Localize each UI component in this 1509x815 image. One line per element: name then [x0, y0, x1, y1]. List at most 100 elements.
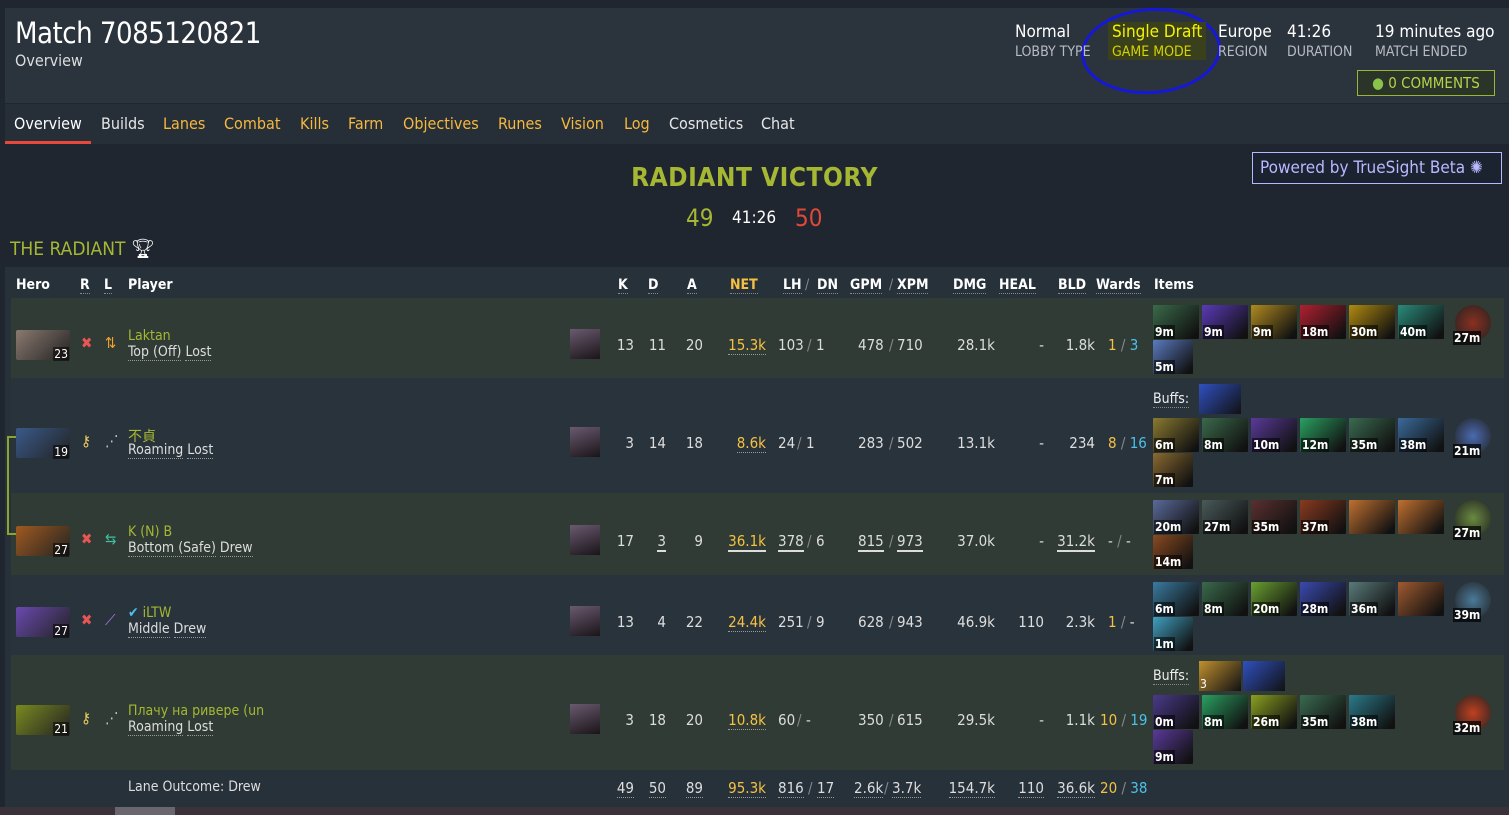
- backpack-item[interactable]: 1m: [1153, 617, 1193, 651]
- item-slot[interactable]: 9m: [1153, 305, 1199, 339]
- item-slot[interactable]: 28m: [1300, 582, 1346, 616]
- comments-button[interactable]: ● 0 COMMENTS: [1357, 70, 1495, 96]
- column-header-a[interactable]: A: [687, 277, 697, 294]
- tab-lanes[interactable]: Lanes: [163, 114, 205, 133]
- player-name[interactable]: Плачу на ривере (un: [128, 703, 264, 719]
- item-slot[interactable]: 35m: [1300, 695, 1346, 729]
- player-name-text[interactable]: Плачу на ривере (un: [128, 703, 264, 719]
- player-name[interactable]: ✔ iLTW: [128, 605, 171, 621]
- tab-objectives[interactable]: Objectives: [403, 114, 479, 133]
- lane-name[interactable]: Roaming: [128, 442, 184, 459]
- rank-avatar[interactable]: [570, 606, 600, 636]
- buff-icon[interactable]: 3: [1199, 661, 1241, 691]
- column-header-l[interactable]: L: [104, 277, 113, 294]
- hero-portrait[interactable]: 19: [16, 428, 70, 459]
- neutral-item[interactable]: 39m: [1453, 582, 1491, 622]
- player-name-text[interactable]: iLTW: [143, 605, 172, 621]
- item-slot[interactable]: 38m: [1398, 418, 1444, 452]
- column-header-gpm[interactable]: GPM: [850, 277, 883, 294]
- buff-icon[interactable]: [1199, 384, 1241, 414]
- column-header-net[interactable]: NET: [730, 277, 758, 294]
- item-slot[interactable]: 0m: [1153, 695, 1199, 729]
- scrollbar-thumb[interactable]: [115, 807, 175, 815]
- column-header-hero[interactable]: Hero: [16, 277, 50, 293]
- item-slot[interactable]: 36m: [1349, 582, 1395, 616]
- tab-cosmetics[interactable]: Cosmetics: [669, 114, 743, 133]
- backpack-item[interactable]: 5m: [1153, 340, 1193, 374]
- backpack-item[interactable]: 9m: [1153, 730, 1193, 764]
- item-slot[interactable]: 40m: [1398, 305, 1444, 339]
- column-header-lh[interactable]: LH: [783, 277, 802, 294]
- item-slot[interactable]: [1398, 582, 1444, 616]
- item-slot[interactable]: 8m: [1202, 418, 1248, 452]
- lane-outcome[interactable]: Lost: [187, 719, 214, 736]
- column-header-heal[interactable]: HEAL: [999, 277, 1036, 294]
- column-header-r[interactable]: R: [80, 277, 90, 294]
- column-header-k[interactable]: K: [618, 277, 628, 294]
- tab-farm[interactable]: Farm: [348, 114, 383, 133]
- lane-outcome[interactable]: Lost: [187, 442, 214, 459]
- tab-kills[interactable]: Kills: [300, 114, 329, 133]
- lane-name[interactable]: Bottom (Safe): [128, 540, 216, 557]
- player-name[interactable]: K (N) B: [128, 524, 172, 540]
- item-slot[interactable]: [1349, 500, 1395, 534]
- tab-vision[interactable]: Vision: [561, 114, 604, 133]
- lane-outcome[interactable]: Drew: [219, 540, 253, 557]
- hero-portrait[interactable]: 21: [16, 705, 70, 736]
- item-slot[interactable]: 27m: [1202, 500, 1248, 534]
- item-slot[interactable]: 12m: [1300, 418, 1346, 452]
- lane-outcome[interactable]: Drew: [173, 621, 207, 638]
- item-slot[interactable]: 20m: [1153, 500, 1199, 534]
- tab-builds[interactable]: Builds: [101, 114, 145, 133]
- tab-log[interactable]: Log: [624, 114, 650, 133]
- tab-runes[interactable]: Runes: [498, 114, 542, 133]
- rank-avatar[interactable]: [570, 427, 600, 457]
- tab-combat[interactable]: Combat: [224, 114, 280, 133]
- backpack-item[interactable]: 14m: [1153, 535, 1193, 569]
- buffs-label[interactable]: Buffs:: [1153, 391, 1190, 408]
- item-slot[interactable]: 30m: [1349, 305, 1395, 339]
- neutral-item[interactable]: 32m: [1453, 695, 1491, 735]
- lane-name[interactable]: Roaming: [128, 719, 184, 736]
- lane-name[interactable]: Top (Off): [128, 344, 182, 361]
- rank-avatar[interactable]: [570, 525, 600, 555]
- player-name[interactable]: Laktan: [128, 328, 171, 344]
- hero-portrait[interactable]: 27: [16, 607, 70, 638]
- neutral-item[interactable]: 27m: [1453, 500, 1491, 540]
- column-header-player[interactable]: Player: [128, 277, 173, 293]
- item-slot[interactable]: 35m: [1251, 500, 1297, 534]
- item-slot[interactable]: 20m: [1251, 582, 1297, 616]
- column-header-xpm[interactable]: XPM: [897, 277, 929, 294]
- neutral-item[interactable]: 27m: [1453, 305, 1491, 345]
- column-header-dmg[interactable]: DMG: [953, 277, 987, 294]
- item-slot[interactable]: 37m: [1300, 500, 1346, 534]
- hero-portrait[interactable]: 23: [16, 330, 70, 361]
- item-slot[interactable]: 8m: [1202, 695, 1248, 729]
- item-slot[interactable]: 9m: [1202, 305, 1248, 339]
- item-slot[interactable]: 6m: [1153, 418, 1199, 452]
- column-header-dn[interactable]: DN: [817, 277, 838, 294]
- player-name-text[interactable]: Laktan: [128, 328, 171, 344]
- item-slot[interactable]: 9m: [1251, 305, 1297, 339]
- rank-avatar[interactable]: [570, 704, 600, 734]
- buff-icon[interactable]: [1243, 661, 1285, 691]
- item-slot[interactable]: 10m: [1251, 418, 1297, 452]
- tab-chat[interactable]: Chat: [761, 114, 795, 133]
- item-slot[interactable]: 18m: [1300, 305, 1346, 339]
- column-header-d[interactable]: D: [648, 277, 659, 294]
- player-name-text[interactable]: K (N) B: [128, 524, 172, 540]
- lane-name[interactable]: Middle: [128, 621, 170, 638]
- item-slot[interactable]: 35m: [1349, 418, 1395, 452]
- item-slot[interactable]: 8m: [1202, 582, 1248, 616]
- buffs-label[interactable]: Buffs:: [1153, 668, 1190, 685]
- tab-overview[interactable]: Overview: [14, 114, 82, 133]
- hero-portrait[interactable]: 27: [16, 526, 70, 557]
- neutral-item[interactable]: 21m: [1453, 418, 1491, 458]
- item-slot[interactable]: 26m: [1251, 695, 1297, 729]
- rank-avatar[interactable]: [570, 329, 600, 359]
- lane-outcome[interactable]: Lost: [185, 344, 212, 361]
- item-slot[interactable]: 38m: [1349, 695, 1395, 729]
- column-header-items[interactable]: Items: [1154, 277, 1194, 293]
- item-slot[interactable]: [1398, 500, 1444, 534]
- column-header-bld[interactable]: BLD: [1058, 277, 1087, 294]
